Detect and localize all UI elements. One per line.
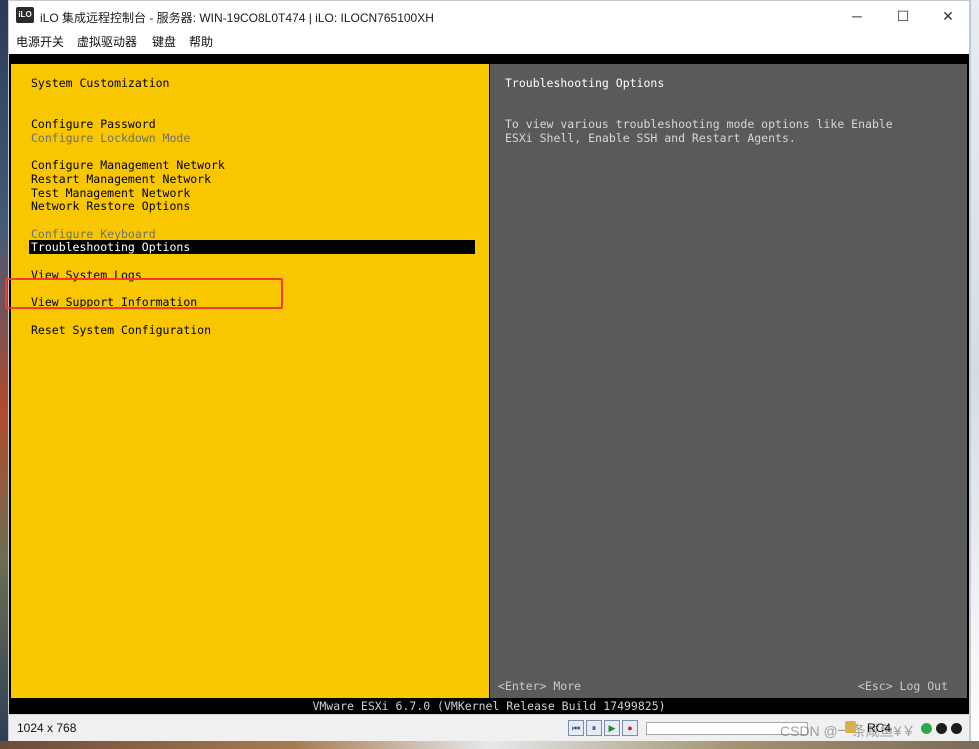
encryption-label: RC4 (867, 721, 892, 735)
menu-item-configure-mgmt-network[interactable]: Configure Management Network (31, 158, 225, 172)
hint-enter-more: <Enter> More (498, 679, 582, 693)
system-customization-pane: System Customization Configure Password … (11, 64, 489, 698)
title-bar[interactable]: iLO iLO 集成远程控制台 - 服务器: WIN-19CO8L0T474 |… (9, 1, 969, 31)
window-title: iLO 集成远程控制台 - 服务器: WIN-19CO8L0T474 | iLO… (40, 11, 434, 25)
red-highlight-box (5, 278, 283, 309)
close-button[interactable]: ✕ (925, 1, 971, 31)
record-icon[interactable]: ● (622, 720, 638, 736)
pause-icon[interactable]: ⏸ (586, 720, 602, 736)
menu-item-network-restore[interactable]: Network Restore Options (31, 199, 190, 213)
menu-power[interactable]: 电源开关 (16, 33, 64, 50)
maximize-button[interactable]: ☐ (880, 1, 926, 31)
menu-keyboard[interactable]: 键盘 (152, 33, 176, 50)
pane-title-troubleshooting: Troubleshooting Options (505, 76, 665, 90)
status-indicator-green-icon (921, 723, 932, 734)
menu-virtual-drives[interactable]: 虚拟驱动器 (77, 33, 137, 50)
desktop-background-left (0, 0, 8, 749)
minimize-button[interactable]: ─ (834, 1, 880, 31)
pane-description: To view various troubleshooting mode opt… (505, 117, 893, 145)
rewind-icon[interactable]: ⏮ (568, 720, 584, 736)
status-bar: 1024 x 768 ⏮ ⏸ ▶ ● CSDN @一条咸鱼¥￥ RC4 (9, 714, 969, 741)
menu-item-configure-lockdown[interactable]: Configure Lockdown Mode (31, 131, 190, 145)
lock-icon (845, 721, 856, 733)
menu-item-restart-mgmt-network[interactable]: Restart Management Network (31, 172, 211, 186)
desktop-background-right (970, 0, 979, 749)
status-indicator-icon (951, 723, 962, 734)
esxi-version-bar: VMware ESXi 6.7.0 (VMKernel Release Buil… (312, 699, 666, 713)
menu-item-configure-keyboard[interactable]: Configure Keyboard (31, 227, 156, 241)
menu-item-configure-password[interactable]: Configure Password (31, 117, 156, 131)
menu-item-reset-config[interactable]: Reset System Configuration (31, 323, 211, 337)
menu-item-test-mgmt-network[interactable]: Test Management Network (31, 186, 190, 200)
ilo-console-window: iLO iLO 集成远程控制台 - 服务器: WIN-19CO8L0T474 |… (5, 0, 970, 741)
status-indicator-icon (936, 723, 947, 734)
desktop-background-bottom (0, 741, 979, 749)
play-icon[interactable]: ▶ (604, 720, 620, 736)
menu-help[interactable]: 帮助 (189, 33, 213, 50)
hint-esc-logout: <Esc> Log Out (858, 679, 949, 693)
pane-title-system-customization: System Customization (31, 76, 170, 90)
resolution-readout: 1024 x 768 (17, 721, 77, 735)
details-pane: Troubleshooting Options To view various … (490, 64, 967, 698)
menu-bar: 电源开关 虚拟驱动器 键盘 帮助 (9, 31, 969, 53)
remote-console-screen[interactable]: System Customization Configure Password … (5, 54, 969, 714)
ilo-logo-icon: iLO (16, 7, 34, 23)
menu-item-troubleshooting-selected[interactable]: Troubleshooting Options (29, 240, 475, 254)
